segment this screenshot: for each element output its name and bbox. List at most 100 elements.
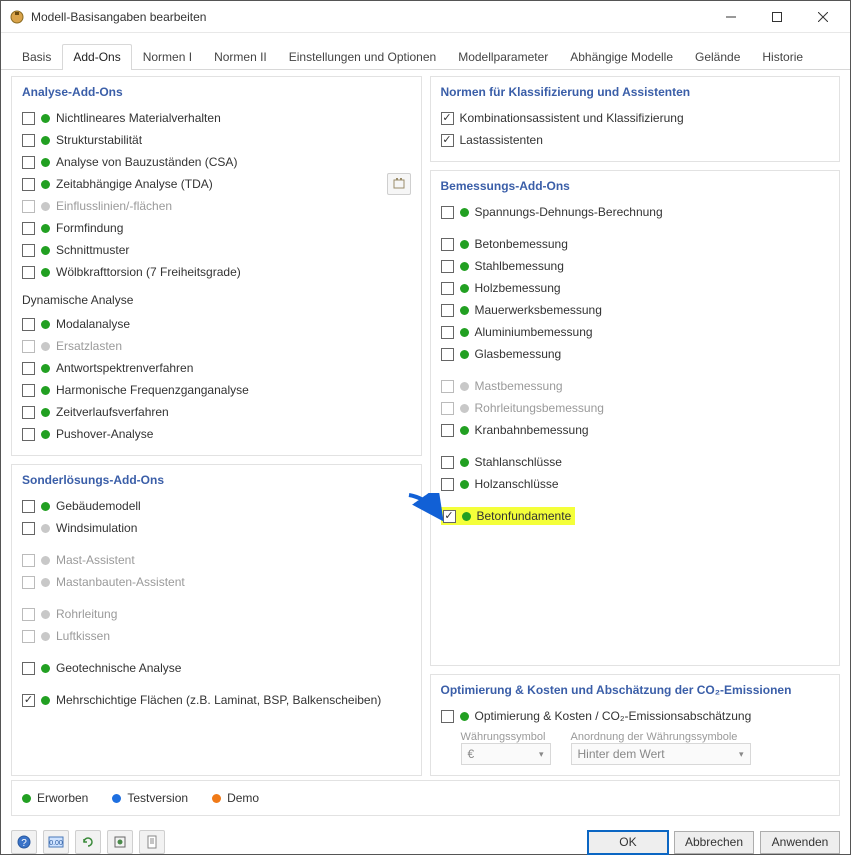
checkbox[interactable] [22,500,35,513]
addon-label: Harmonische Frequenzganganalyse [56,383,249,397]
status-dot-icon [460,240,469,249]
checkbox [22,608,35,621]
addon-label: Windsimulation [56,521,137,535]
status-dot-icon [41,696,50,705]
addon-label: Antwortspektrenverfahren [56,361,193,375]
titlebar: Modell-Basisangaben bearbeiten [1,1,850,33]
report-button[interactable] [139,830,165,854]
help-button[interactable]: ? [11,830,37,854]
addon-label: Geotechnische Analyse [56,661,181,675]
checkbox[interactable] [22,134,35,147]
addon-label: Mastbemessung [475,379,563,393]
close-button[interactable] [800,2,846,32]
settings-button[interactable] [107,830,133,854]
checkbox [441,402,454,415]
addon-label: Rohrleitungsbemessung [475,401,604,415]
checkbox[interactable] [22,178,35,191]
tab-add-ons[interactable]: Add-Ons [62,44,131,70]
panel-title: Normen für Klassifizierung und Assistent… [441,85,830,99]
checkbox[interactable] [441,282,454,295]
checkbox[interactable] [22,266,35,279]
addon-label: Pushover-Analyse [56,427,153,441]
legend-label: Erworben [37,791,88,805]
addon-label: Stahlbemessung [475,259,564,273]
addon-label: Mast-Assistent [56,553,135,567]
order-select[interactable]: Hinter dem Wert▾ [571,743,751,765]
addon-row: Betonbemessung [441,233,830,255]
checkbox[interactable] [441,134,454,147]
checkbox[interactable] [22,156,35,169]
tab-einstellungen[interactable]: Einstellungen und Optionen [278,44,447,70]
tab-modellparameter[interactable]: Modellparameter [447,44,559,70]
addon-row: Pushover-Analyse [22,423,411,445]
checkbox[interactable] [22,428,35,441]
checkbox[interactable] [441,348,454,361]
status-dot-icon [41,556,50,565]
tab-gelaende[interactable]: Gelände [684,44,751,70]
addon-label: Lastassistenten [460,133,543,147]
checkbox[interactable] [441,710,454,723]
status-dot-icon [41,246,50,255]
select-value: Hinter dem Wert [578,747,665,761]
maximize-button[interactable] [754,2,800,32]
status-dot-icon [41,502,50,511]
addon-label: Spannungs-Dehnungs-Berechnung [475,205,663,219]
sub-title: Dynamische Analyse [22,293,411,307]
tab-basis[interactable]: Basis [11,44,62,70]
checkbox[interactable] [22,694,35,707]
checkbox[interactable] [441,456,454,469]
checkbox[interactable] [441,478,454,491]
addon-row: Mastanbauten-Assistent [22,571,411,593]
addon-row: Glasbemessung [441,343,830,365]
checkbox[interactable] [441,112,454,125]
content: Analyse-Add-Ons Nichtlineares Materialve… [1,70,850,780]
tab-normen-ii[interactable]: Normen II [203,44,278,70]
checkbox[interactable] [441,238,454,251]
addon-row: Ersatzlasten [22,335,411,357]
checkbox[interactable] [22,244,35,257]
tda-options-button[interactable] [387,173,411,195]
addon-row: Harmonische Frequenzganganalyse [22,379,411,401]
checkbox[interactable] [22,662,35,675]
tab-normen-i[interactable]: Normen I [132,44,203,70]
checkbox[interactable] [22,522,35,535]
tab-historie[interactable]: Historie [751,44,814,70]
tab-abhaengige[interactable]: Abhängige Modelle [559,44,684,70]
tab-strip: Basis Add-Ons Normen I Normen II Einstel… [1,33,850,70]
checkbox[interactable] [441,326,454,339]
checkbox[interactable] [22,406,35,419]
checkbox [22,554,35,567]
addon-row: Zeitabhängige Analyse (TDA) [22,173,411,195]
checkbox[interactable] [22,222,35,235]
status-dot-icon [460,328,469,337]
checkbox[interactable] [441,260,454,273]
checkbox[interactable] [22,318,35,331]
checkbox[interactable] [441,206,454,219]
refresh-button[interactable] [75,830,101,854]
addon-label: Analyse von Bauzuständen (CSA) [56,155,237,169]
checkbox[interactable] [22,362,35,375]
status-dot-icon [460,404,469,413]
currency-select[interactable]: €▾ [461,743,551,765]
addon-row: Modalanalyse [22,313,411,335]
addon-row: Spannungs-Dehnungs-Berechnung [441,201,830,223]
order-label: Anordnung der Währungssymbole [571,731,830,743]
addon-label: Optimierung & Kosten / CO₂-Emissionsabsc… [475,709,752,723]
checkbox[interactable] [22,384,35,397]
checkbox[interactable] [441,424,454,437]
checkbox[interactable] [441,304,454,317]
minimize-button[interactable] [708,2,754,32]
addon-label: Mauerwerksbemessung [475,303,602,317]
app-icon [9,9,25,25]
addon-row: Stahlanschlüsse [441,451,830,473]
panel-title: Bemessungs-Add-Ons [441,179,830,193]
panel-title: Sonderlösungs-Add-Ons [22,473,411,487]
apply-button[interactable]: Anwenden [760,831,840,854]
units-button[interactable]: 0.00 [43,830,69,854]
addon-row: Rohrleitungsbemessung [441,397,830,419]
checkbox[interactable] [22,112,35,125]
currency-row: Währungssymbol €▾ Anordnung der Währungs… [441,731,830,765]
addon-row: Strukturstabilität [22,129,411,151]
cancel-button[interactable]: Abbrechen [674,831,754,854]
ok-button[interactable]: OK [588,831,668,854]
